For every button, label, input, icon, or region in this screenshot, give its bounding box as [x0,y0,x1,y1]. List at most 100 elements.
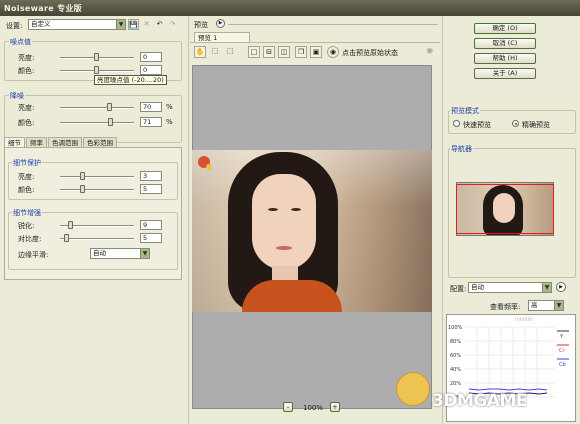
navigator-title: 导航器 [450,144,473,154]
protect-luma-track [60,176,134,178]
detail-protect-title: 细节保护 [12,158,42,168]
protect-color-field[interactable]: 5 [140,184,162,194]
noise-color-slider[interactable] [94,66,99,74]
hand-tool-icon[interactable]: ✋ [194,46,206,58]
ok-button[interactable]: 确定 (O) [474,23,536,34]
preset-select[interactable]: 自定义 ▼ [28,19,126,30]
contrast-track [60,238,134,240]
split-horizontal-icon[interactable]: ⊟ [263,46,275,58]
view-frequency-value: 高 [531,301,538,309]
watermark-logo-icon [396,372,430,406]
reduce-luma-slider[interactable] [107,103,112,111]
noise-luma-field[interactable]: 0 [140,52,162,62]
detail-tabs: 细节 频率 色调范围 色彩范围 [4,137,118,147]
view-frequency-select[interactable]: 高 ▼ [528,300,564,311]
noise-luma-label: 亮度: [18,54,35,62]
chevron-down-icon: ▼ [554,301,563,310]
preview-divider-line [228,24,438,25]
protect-luma-field[interactable]: 3 [140,171,162,181]
noise-reduction-title: 降噪 [9,91,25,101]
graph-watermark: Intellifr [515,317,534,323]
zoom-level: 100% [303,404,324,412]
edge-smooth-value: 自动 [93,249,106,257]
marquee-select-icon[interactable]: ⬚ [224,46,236,58]
protect-color-label: 颜色: [18,186,35,194]
tab-preview-1[interactable]: 预览 1 [194,32,250,42]
settings-label: 设置: [6,22,23,30]
split-vertical-icon[interactable]: ◫ [278,46,290,58]
preview-area: 预览 ▶ 预览 1 ✋ ⬚ ⬚ □ ⊟ ◫ ❐ ▣ ◉ 点击预览原始状态 ✺ -… [190,16,442,424]
tab-frequency[interactable]: 频率 [26,137,47,147]
about-button[interactable]: 关于 (A) [474,68,536,79]
y-tick-40: 40% [450,367,461,373]
single-view-icon[interactable]: □ [248,46,260,58]
accurate-preview-radio[interactable] [512,120,519,127]
preset-value: 自定义 [31,20,51,28]
reduce-color-slider[interactable] [108,118,113,126]
legend-cr: Cr [559,348,565,354]
original-toggle-icon[interactable]: ◉ [327,46,339,58]
sharpen-slider[interactable] [68,221,73,229]
sharpen-field[interactable]: 9 [140,220,162,230]
fast-preview-label: 快速预览 [463,121,491,129]
delete-icon[interactable]: ✕ [141,19,152,30]
zoom-in-button[interactable]: + [330,402,340,412]
config-expand-icon[interactable]: ▶ [556,282,566,292]
edge-smooth-label: 边缘平滑: [18,251,49,259]
preview-label: 预览 [194,21,208,29]
legend-y: Y [559,334,564,340]
graph-legend: Y Cr Cb [557,330,569,368]
reduce-luma-field[interactable]: 70 [140,102,162,112]
fast-preview-radio[interactable] [453,120,460,127]
chevron-down-icon: ▼ [542,283,551,292]
noise-level-title: 噪点值 [9,37,32,47]
watermark-text: 3DMGAME [432,391,528,411]
preview-expand-icon[interactable]: ▶ [216,19,225,28]
y-tick-80: 80% [450,339,461,345]
reduce-luma-label: 亮度: [18,104,35,112]
cancel-button[interactable]: 取消 (C) [474,38,536,49]
preview-mode-title: 预览模式 [450,106,480,116]
right-panel-divider [442,16,443,424]
config-value: 自动 [471,283,484,291]
tab-color-range[interactable]: 色彩范围 [83,137,117,147]
noise-luma-slider[interactable] [94,53,99,61]
reduce-color-track [60,122,134,124]
noise-color-label: 颜色: [18,67,35,75]
protect-luma-slider[interactable] [80,172,85,180]
undo-icon[interactable]: ↶ [154,19,165,30]
panel-divider [188,16,189,424]
marquee-tool-icon[interactable]: ⬚ [209,46,221,58]
contrast-slider[interactable] [64,234,69,242]
duplicate-view-icon[interactable]: ❐ [295,46,307,58]
zoom-out-button[interactable]: - [283,402,293,412]
tab-tone-range[interactable]: 色调范围 [48,137,82,147]
detail-enhance-title: 细节增强 [12,208,42,218]
settings-panel: 设置: 自定义 ▼ 💾 ✕ ↶ ↷ 噪点值 亮度: 0 颜色: 0 亮度噪点值 … [0,16,188,424]
noise-color-field[interactable]: 0 [140,65,162,75]
config-select[interactable]: 自动 ▼ [468,282,552,293]
contrast-field[interactable]: 5 [140,233,162,243]
protect-luma-label: 亮度: [18,173,35,181]
reduce-color-label: 颜色: [18,119,35,127]
chevron-down-icon: ▼ [116,20,125,29]
preview-image [192,150,432,312]
reduce-luma-track [60,107,134,109]
help-button[interactable]: 帮助 (H) [474,53,536,64]
config-label: 配置: [450,285,467,293]
reduce-luma-unit: % [166,103,173,111]
navigator-viewport-frame[interactable] [456,184,554,234]
tab-detail[interactable]: 细节 [4,137,25,147]
y-tick-100: 100% [448,325,463,331]
snapshot-icon[interactable]: ▣ [310,46,322,58]
sharpen-label: 锐化: [18,222,35,230]
reduce-color-field[interactable]: 71 [140,117,162,127]
redo-icon[interactable]: ↷ [167,19,178,30]
protect-color-slider[interactable] [80,185,85,193]
reduce-color-unit: % [166,118,173,126]
slider-tooltip: 亮度噪点值 (-20....20) [94,75,167,85]
edge-smooth-select[interactable]: 自动 ▼ [90,248,150,259]
accurate-preview-label: 精确预览 [522,121,550,129]
save-icon[interactable]: 💾 [128,19,139,30]
contrast-label: 对比度: [18,235,42,243]
